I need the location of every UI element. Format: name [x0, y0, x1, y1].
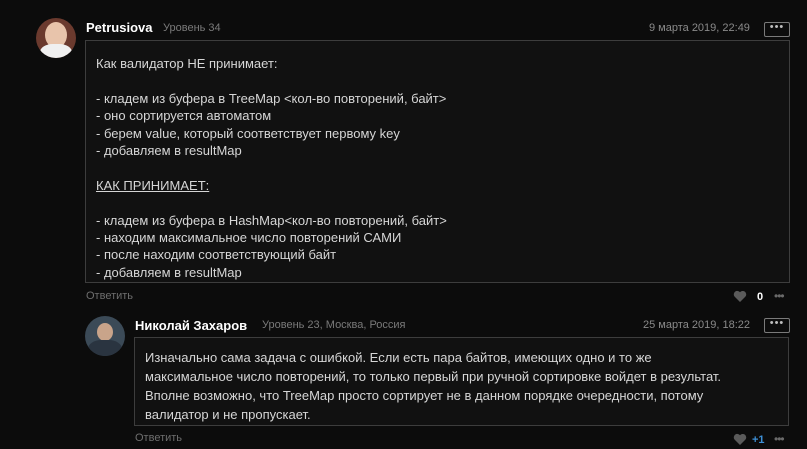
- more-options-button[interactable]: •••: [764, 318, 790, 333]
- comment-body: Изначально сама задача с ошибкой. Если е…: [134, 337, 789, 426]
- comment-author[interactable]: Petrusiova: [86, 20, 152, 35]
- like-heart-icon[interactable]: [733, 290, 747, 303]
- avatar[interactable]: [85, 316, 125, 356]
- comment-line: - кладем из буфера в TreeMap <кол-во пов…: [96, 90, 447, 106]
- comment-line: Вполне возможно, что TreeMap просто сорт…: [145, 388, 704, 403]
- comment-line: Изначально сама задача с ошибкой. Если е…: [145, 350, 652, 365]
- avatar[interactable]: [36, 18, 76, 58]
- comment-options-icon[interactable]: •••: [774, 290, 792, 302]
- comment-line: максимальное число повторений, то только…: [145, 369, 722, 384]
- comment-line: - кладем из буфера в HashMap<кол-во повт…: [96, 212, 447, 228]
- avatar-shoulders: [40, 44, 72, 58]
- like-count: 0: [757, 291, 764, 303]
- comment-line: - добавляем в resultMap: [96, 142, 242, 158]
- comment-line: - находим максимальное число повторений …: [96, 229, 402, 245]
- comment-heading: КАК ПРИНИМАЕТ:: [96, 177, 210, 193]
- comment-date: 25 марта 2019, 18:22: [643, 319, 751, 331]
- comment-line: - берем value, который соответствует пер…: [96, 125, 400, 141]
- comment-author[interactable]: Николай Захаров: [135, 318, 247, 333]
- avatar-shoulders: [88, 340, 122, 356]
- comment-line: - добавляем в resultMap: [96, 264, 242, 280]
- reply-link[interactable]: Ответить: [135, 432, 182, 444]
- like-heart-icon[interactable]: [733, 433, 747, 446]
- comment-line: - оно сортируется автоматом: [96, 108, 272, 124]
- comment-body: Как валидатор НЕ принимает: - кладем из …: [85, 40, 790, 283]
- user-level: Уровень 34: [163, 22, 221, 34]
- comment-line: валидатор и не пропускает.: [145, 407, 311, 422]
- comment-line: - после находим соответствующий байт: [96, 247, 337, 263]
- comment-date: 9 марта 2019, 22:49: [649, 22, 750, 34]
- reply-link[interactable]: Ответить: [86, 290, 133, 302]
- like-count: +1: [752, 434, 765, 446]
- user-level: Уровень 23, Москва, Россия: [262, 319, 406, 331]
- avatar-face: [97, 323, 113, 341]
- comment-line: Как валидатор НЕ принимает:: [96, 56, 278, 71]
- more-options-button[interactable]: •••: [764, 22, 790, 37]
- comment-options-icon[interactable]: •••: [774, 433, 792, 445]
